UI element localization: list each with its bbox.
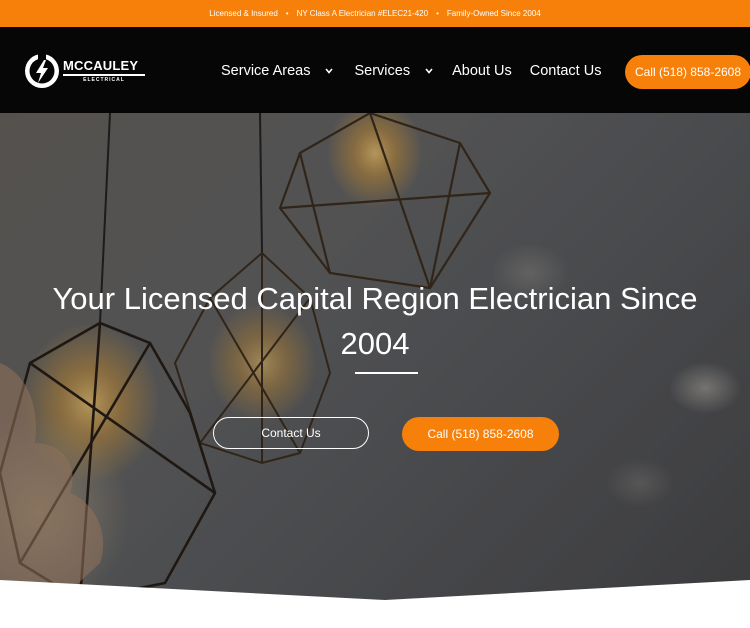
hero-contact-button[interactable]: Contact Us — [213, 417, 369, 449]
nav-item-contact-us[interactable]: Contact Us — [530, 63, 602, 79]
brand-logo[interactable]: MCCAULEY ELECTRICAL — [24, 53, 145, 89]
hero-section: Your Licensed Capital Region Electrician… — [0, 113, 750, 600]
topbar-separator: • — [285, 9, 289, 18]
topbar-family-owned: Family-Owned Since 2004 — [446, 9, 541, 18]
chevron-down-icon — [325, 68, 334, 74]
nav-item-service-areas[interactable]: Service Areas — [221, 63, 334, 79]
page-content-start — [0, 600, 750, 628]
topbar-licensed: Licensed & Insured — [209, 9, 278, 18]
nav-item-label: Service Areas — [221, 63, 311, 79]
brand-name: MCCAULEY — [63, 58, 139, 73]
brand-divider — [63, 74, 145, 76]
site-header: MCCAULEY ELECTRICAL Service Areas Servic… — [0, 27, 750, 113]
lightning-bolt-circle-icon — [24, 53, 60, 89]
brand-subtitle: ELECTRICAL — [83, 77, 125, 83]
hero-call-button[interactable]: Call (518) 858-2608 — [402, 417, 559, 451]
main-nav: Service Areas Services About Us Contact … — [221, 63, 601, 79]
nav-item-label: Contact Us — [529, 63, 602, 79]
top-info-bar: Licensed & Insured • NY Class A Electric… — [0, 0, 750, 27]
brand-wordmark: MCCAULEY ELECTRICAL — [63, 59, 145, 83]
nav-item-services[interactable]: Services — [354, 63, 434, 79]
nav-item-label: Services — [354, 63, 411, 79]
nav-item-about-us[interactable]: About Us — [452, 63, 512, 79]
chevron-down-icon — [425, 68, 433, 74]
hero-title: Your Licensed Capital Region Electrician… — [52, 281, 698, 361]
topbar-license-number: NY Class A Electrician #ELEC21-420 — [296, 9, 429, 18]
nav-item-label: About Us — [452, 63, 512, 79]
header-call-button[interactable]: Call (518) 858-2608 — [625, 55, 750, 89]
hero-divider — [355, 372, 418, 374]
topbar-separator: • — [436, 9, 439, 18]
